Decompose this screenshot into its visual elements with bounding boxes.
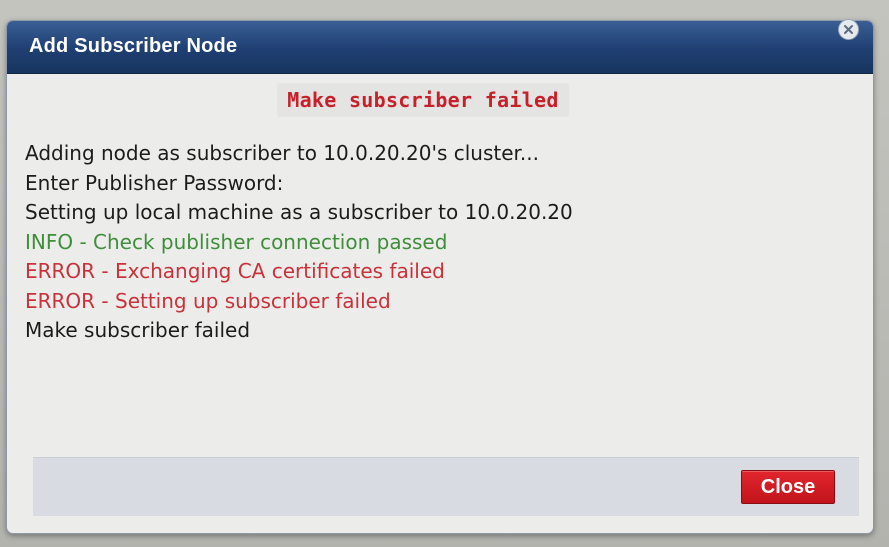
dialog-footer: Close [33,457,859,516]
log-line: Make subscriber failed [25,318,251,342]
dialog-title: Add Subscriber Node [29,35,238,57]
log-line: Setting up local machine as a subscriber… [25,200,573,224]
log-line: Adding node as subscriber to 10.0.20.20'… [25,141,539,165]
log-line-error: ERROR - Exchanging CA certificates faile… [25,259,445,283]
close-icon[interactable] [838,19,859,40]
log-line-error: ERROR - Setting up subscriber failed [25,288,391,313]
log-line: Enter Publisher Password: [25,170,284,195]
output-log: Adding node as subscriber to 10.0.20.20'… [25,139,855,346]
dialog-titlebar: Add Subscriber Node [7,21,873,74]
close-button[interactable]: Close [741,470,835,504]
close-x-glyph [844,25,853,34]
log-line-info: INFO - Check publisher connection passed [25,229,448,254]
status-banner: Make subscriber failed [277,83,569,117]
add-subscriber-dialog: Add Subscriber Node Make subscriber fail… [6,20,874,534]
